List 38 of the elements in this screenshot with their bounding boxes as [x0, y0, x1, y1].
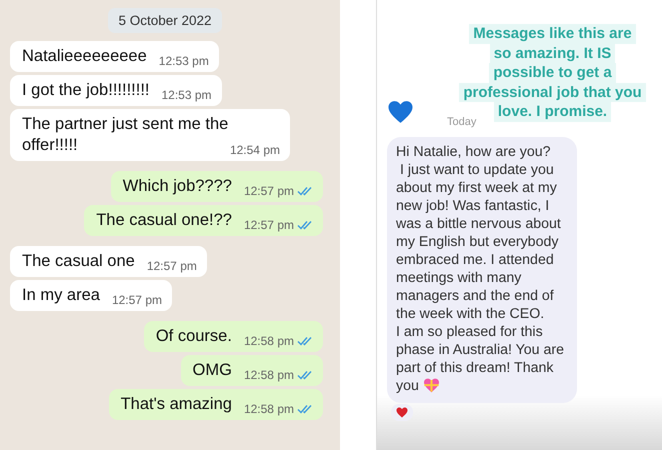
- message-timestamp: Today: [447, 116, 476, 128]
- message-text: The partner just sent me the offer!!!!!: [22, 115, 228, 154]
- heart-icon: [387, 100, 414, 124]
- caption-text: Messages like this are: [469, 24, 636, 44]
- date-label: 5 October 2022: [108, 8, 222, 33]
- message-time: 12:57 pm: [112, 293, 162, 307]
- message-time: 12:53 pm: [162, 88, 212, 102]
- message-text: Which job????: [122, 177, 232, 195]
- read-ticks-icon: [297, 370, 313, 380]
- message-text: I just want to update you about my first week at my new job! Was fantastic, I was a bittle nervous about my English but everybody embraced me. I attended meetings with many managers and the end of the week with the CEO.: [396, 161, 562, 323]
- caption-text: love. I promise.: [494, 102, 612, 122]
- caption-text: so amazing. It IS: [490, 44, 616, 63]
- heart-icon: [396, 407, 408, 418]
- read-ticks-icon: [297, 186, 313, 196]
- message-text: Hi Natalie, how are you?: [396, 143, 552, 161]
- message-time: 12:57 pm: [244, 218, 294, 232]
- caption-text: possible to get a: [489, 63, 616, 82]
- message-time: 12:58 pm: [244, 402, 294, 416]
- message-text: The casual one!??: [96, 211, 232, 229]
- message-text: Of course.: [156, 327, 232, 345]
- message-text: That's amazing: [120, 395, 232, 413]
- message-time: 12:58 pm: [244, 368, 294, 382]
- message-text: I am so pleased for this phase in Australia! You are part of this dream! Thank you: [396, 323, 566, 395]
- read-ticks-icon: [297, 220, 313, 230]
- message-text: The casual one: [22, 252, 135, 270]
- message-time: 12:57 pm: [146, 259, 197, 273]
- message-text: In my area: [22, 286, 100, 304]
- message-text: I got the job!!!!!!!!!: [22, 81, 150, 99]
- message-time: 12:54 pm: [230, 143, 280, 157]
- message-time: 12:58 pm: [244, 334, 294, 348]
- caption-text: professional job that you: [459, 82, 646, 102]
- read-ticks-icon: [297, 404, 313, 414]
- heart-gift-icon: [422, 378, 440, 393]
- message-time: 12:57 pm: [244, 184, 294, 198]
- message-time: 12:53 pm: [158, 54, 209, 68]
- message-text: Natalieeeeeeeee: [22, 47, 147, 65]
- read-ticks-icon: [297, 336, 313, 346]
- message-text: OMG: [192, 361, 232, 379]
